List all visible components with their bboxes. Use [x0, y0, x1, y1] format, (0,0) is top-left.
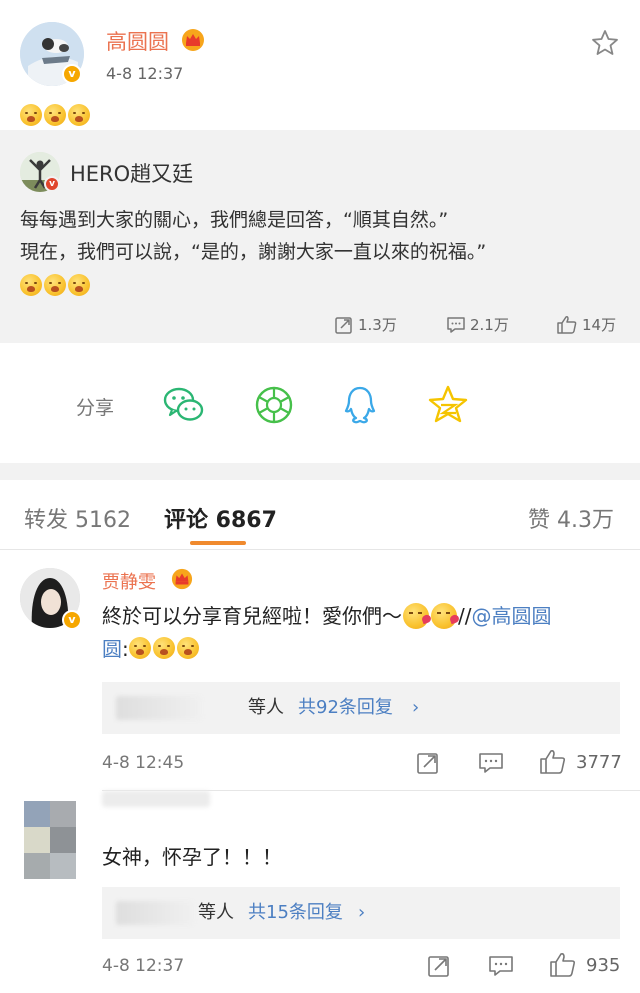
tab-like[interactable]: 赞 4.3万 — [528, 502, 614, 534]
thumbs-up-icon[interactable] — [548, 951, 576, 979]
crying-face-emoji — [68, 104, 90, 126]
comment-text: 終於可以分享育兒經啦！愛你們～ //@高圆圆圆: — [102, 600, 617, 666]
crying-face-emoji — [152, 637, 175, 659]
repost-emoji-row — [20, 274, 90, 296]
reply-suffix: 等人 — [198, 902, 234, 923]
post-header: v 高圆圆 4-8 12:37 — [0, 0, 640, 100]
repost-icon[interactable] — [426, 953, 452, 979]
share-bar: 分享 — [0, 343, 640, 463]
tab-comment[interactable]: 评论 6867 — [164, 502, 277, 534]
comment-time: 4-8 12:45 — [102, 753, 185, 773]
crying-face-emoji — [128, 637, 151, 659]
crying-face-emoji — [20, 104, 42, 126]
crying-face-emoji — [44, 274, 66, 296]
chevron-right-icon: › — [412, 697, 420, 718]
repost-count: 1.3万 — [358, 316, 397, 334]
crown-icon — [182, 29, 204, 51]
comment-emoji-row — [128, 637, 199, 659]
comment-like-count: 3777 — [576, 752, 622, 773]
reply-summary[interactable]: 等人 共92条回复 › — [102, 682, 620, 734]
favorite-star-icon[interactable] — [590, 28, 620, 58]
blurred-replier-names — [116, 901, 194, 925]
repost-author-name[interactable]: HERO趙又廷 — [70, 158, 193, 188]
crying-face-emoji — [20, 274, 42, 296]
reply-total-link[interactable]: 共15条回复 — [248, 887, 343, 939]
post-emoji-row — [20, 104, 90, 126]
chevron-right-icon: › — [358, 902, 366, 923]
repost-separator: // — [458, 604, 472, 628]
moments-icon[interactable] — [252, 383, 296, 427]
like-count: 14万 — [582, 316, 617, 334]
blurred-commenter-name — [102, 791, 210, 807]
tab-repost[interactable]: 转发 5162 — [24, 502, 131, 534]
post-time: 4-8 12:37 — [106, 64, 184, 83]
comment-icon[interactable] — [478, 750, 504, 776]
comment-icon[interactable] — [488, 953, 514, 979]
comment-count: 2.1万 — [470, 316, 509, 334]
comment-like-count: 935 — [586, 955, 621, 976]
comment-item: v 贾静雯 終於可以分享育兒經啦！愛你們～ //@高圆圆圆: 等人 共92条回复 … — [0, 550, 640, 790]
comment-count-button[interactable]: 2.1万 — [446, 314, 509, 335]
section-divider — [0, 463, 640, 480]
qq-icon[interactable] — [338, 383, 382, 427]
blurred-replier-names — [116, 696, 202, 720]
repost-line-2: 現在，我們可以說，“是的，謝謝大家一直以來的祝福。” — [20, 241, 487, 263]
verified-badge: v — [62, 610, 82, 630]
repost-icon — [335, 316, 352, 334]
comment-text-part: 終於可以分享育兒經啦！愛你們～ — [102, 604, 402, 628]
reply-suffix: 等人 — [248, 697, 284, 718]
wechat-icon[interactable] — [162, 383, 206, 427]
blowing-kiss-emoji — [431, 603, 457, 629]
reply-summary[interactable]: 等人 共15条回复 › — [102, 887, 620, 939]
mention-link[interactable]: @高圆圆 — [471, 604, 551, 628]
comment-time: 4-8 12:37 — [102, 956, 185, 976]
comment-text: 女神，怀孕了！！！ — [102, 845, 282, 869]
commenter-name[interactable]: 贾静雯 — [102, 568, 156, 594]
thumbs-up-icon[interactable] — [538, 748, 566, 776]
blowing-kiss-emoji — [403, 603, 429, 629]
mention-link-wrap[interactable]: 圆 — [102, 637, 122, 661]
repost-line-1: 每每遇到大家的關心，我們總是回答，“順其自然。” — [20, 209, 449, 231]
comment-item: 女神，怀孕了！！！ 等人 共15条回复 › 4-8 12:37 935 — [0, 791, 640, 993]
repost-count-button[interactable]: 1.3万 — [334, 314, 397, 335]
qzone-icon[interactable] — [426, 383, 470, 427]
commenter-avatar-pixelated[interactable] — [24, 801, 76, 879]
active-tab-indicator — [190, 541, 246, 545]
thumbs-up-icon — [557, 315, 577, 334]
reply-total-link[interactable]: 共92条回复 — [298, 682, 393, 734]
like-count-button[interactable]: 14万 — [556, 314, 616, 335]
repost-icon[interactable] — [415, 750, 441, 776]
feedback-tabs: 转发 5162 评论 6867 赞 4.3万 — [0, 480, 640, 550]
reposted-weibo[interactable]: v HERO趙又廷 每每遇到大家的關心，我們總是回答，“順其自然。” 現在，我們… — [0, 130, 640, 343]
comment-icon — [447, 316, 465, 333]
repost-verified-badge: v — [44, 176, 60, 192]
comment-colon: : — [122, 637, 129, 661]
repost-body: 每每遇到大家的關心，我們總是回答，“順其自然。” 現在，我們可以說，“是的，謝謝… — [20, 204, 486, 268]
crying-face-emoji — [68, 274, 90, 296]
author-name[interactable]: 高圆圆 — [106, 26, 169, 56]
verified-badge: v — [62, 64, 82, 84]
crown-icon — [171, 568, 193, 590]
share-label: 分享 — [76, 397, 115, 419]
crying-face-emoji — [176, 637, 199, 659]
crying-face-emoji — [44, 104, 66, 126]
